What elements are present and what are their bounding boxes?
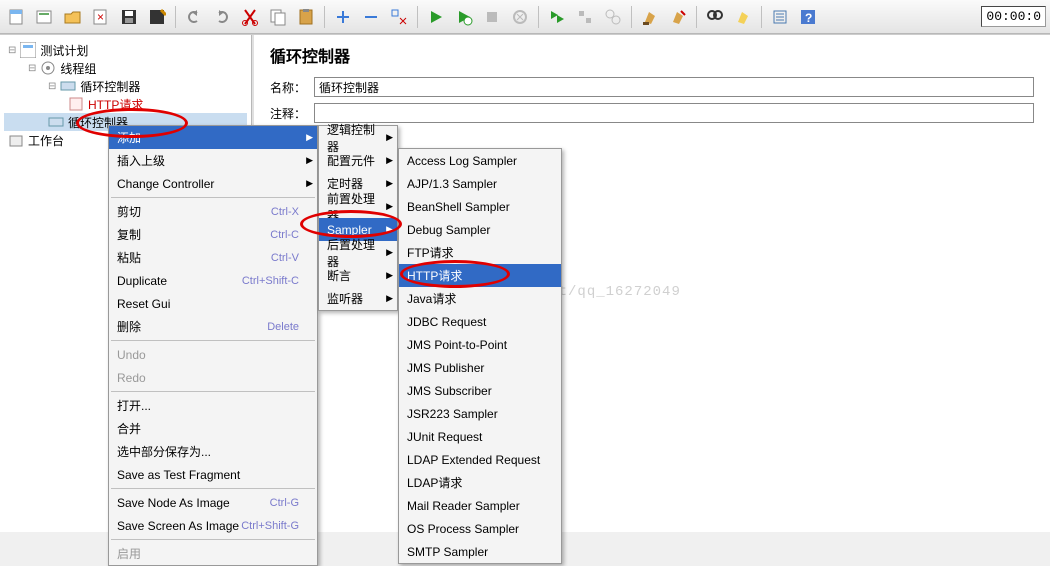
comment-label: 注释： (270, 105, 310, 122)
menu-copy[interactable]: 复制Ctrl-C (109, 223, 317, 246)
function-helper-icon[interactable] (767, 4, 793, 30)
sampler-item[interactable]: JMS Subscriber (399, 379, 561, 402)
menu-config-element[interactable]: 配置元件 (319, 149, 397, 172)
panel-title: 循环控制器 (270, 43, 1034, 67)
stop-icon[interactable] (479, 4, 505, 30)
remote-stop-icon[interactable] (572, 4, 598, 30)
menu-save-selection[interactable]: 选中部分保存为... (109, 440, 317, 463)
controller-icon (48, 114, 64, 130)
sampler-item[interactable]: SMTP Sampler (399, 540, 561, 563)
collapse-icon[interactable] (358, 4, 384, 30)
workbench-icon (8, 132, 24, 148)
menu-reset-gui[interactable]: Reset Gui (109, 292, 317, 315)
name-input[interactable] (314, 77, 1034, 97)
menu-save-screen-image[interactable]: Save Screen As ImageCtrl+Shift-G (109, 514, 317, 537)
menu-merge[interactable]: 合并 (109, 417, 317, 440)
sampler-item[interactable]: Java请求 (399, 287, 561, 310)
menu-save-fragment[interactable]: Save as Test Fragment (109, 463, 317, 486)
sampler-item[interactable]: BeanShell Sampler (399, 195, 561, 218)
new-icon[interactable] (4, 4, 30, 30)
menu-delete[interactable]: 删除Delete (109, 315, 317, 338)
remote-shutdown-icon[interactable] (600, 4, 626, 30)
saveas-icon[interactable] (144, 4, 170, 30)
testplan-icon (20, 42, 36, 58)
context-menu-main: 添加 插入上级 Change Controller 剪切Ctrl-X 复制Ctr… (108, 125, 318, 566)
sampler-icon (68, 96, 84, 112)
menu-undo: Undo (109, 343, 317, 366)
menu-enable: 启用 (109, 542, 317, 565)
toolbar: × ? 00:00:0 (0, 0, 1050, 34)
sampler-item[interactable]: Mail Reader Sampler (399, 494, 561, 517)
sampler-item[interactable]: LDAP Extended Request (399, 448, 561, 471)
save-icon[interactable] (116, 4, 142, 30)
clear-icon[interactable] (637, 4, 663, 30)
menu-paste[interactable]: 粘贴Ctrl-V (109, 246, 317, 269)
sampler-item[interactable]: JDBC Request (399, 310, 561, 333)
sampler-item[interactable]: FTP请求 (399, 241, 561, 264)
close-icon[interactable]: × (88, 4, 114, 30)
expand-icon[interactable] (330, 4, 356, 30)
start-icon[interactable] (423, 4, 449, 30)
search-reset-icon[interactable] (730, 4, 756, 30)
menu-save-node-image[interactable]: Save Node As ImageCtrl-G (109, 491, 317, 514)
sampler-item-http[interactable]: HTTP请求 (399, 264, 561, 287)
sampler-item[interactable]: Debug Sampler (399, 218, 561, 241)
tree-loop1[interactable]: ⊟ 循环控制器 (4, 77, 247, 95)
threadgroup-icon (40, 60, 56, 76)
clear-all-icon[interactable] (665, 4, 691, 30)
sampler-item[interactable]: AJP/1.3 Sampler (399, 172, 561, 195)
menu-assertion[interactable]: 断言 (319, 264, 397, 287)
menu-redo: Redo (109, 366, 317, 389)
sampler-item[interactable]: JUnit Request (399, 425, 561, 448)
copy-icon[interactable] (265, 4, 291, 30)
redo-icon[interactable] (209, 4, 235, 30)
menu-insert-parent[interactable]: 插入上级 (109, 149, 317, 172)
sampler-item[interactable]: JSR223 Sampler (399, 402, 561, 425)
tree-http1[interactable]: HTTP请求 (4, 95, 247, 113)
context-menu-samplers: Access Log Sampler AJP/1.3 Sampler BeanS… (398, 148, 562, 564)
sampler-item[interactable]: Access Log Sampler (399, 149, 561, 172)
paste-icon[interactable] (293, 4, 319, 30)
open-icon[interactable] (60, 4, 86, 30)
tree-threadgroup[interactable]: ⊟ 线程组 (4, 59, 247, 77)
toggle-icon[interactable] (386, 4, 412, 30)
sampler-item[interactable]: OS Process Sampler (399, 517, 561, 540)
comment-input[interactable] (314, 103, 1034, 123)
svg-text:×: × (97, 10, 104, 24)
sampler-item[interactable]: JMS Publisher (399, 356, 561, 379)
menu-cut[interactable]: 剪切Ctrl-X (109, 200, 317, 223)
menu-preprocessor[interactable]: 前置处理器 (319, 195, 397, 218)
cut-icon[interactable] (237, 4, 263, 30)
undo-icon[interactable] (181, 4, 207, 30)
start-no-timers-icon[interactable] (451, 4, 477, 30)
menu-change-controller[interactable]: Change Controller (109, 172, 317, 195)
elapsed-time: 00:00:0 (981, 6, 1046, 27)
shutdown-icon[interactable] (507, 4, 533, 30)
context-menu-add: 逻辑控制器 配置元件 定时器 前置处理器 Sampler 后置处理器 断言 监听… (318, 125, 398, 311)
sampler-item[interactable]: JMS Point-to-Point (399, 333, 561, 356)
help-icon[interactable]: ? (795, 4, 821, 30)
tree-root[interactable]: ⊟ 测试计划 (4, 41, 247, 59)
templates-icon[interactable] (32, 4, 58, 30)
menu-duplicate[interactable]: DuplicateCtrl+Shift-C (109, 269, 317, 292)
menu-open[interactable]: 打开... (109, 394, 317, 417)
svg-text:?: ? (805, 11, 812, 25)
remote-start-icon[interactable] (544, 4, 570, 30)
menu-add[interactable]: 添加 (109, 126, 317, 149)
sampler-item[interactable]: LDAP请求 (399, 471, 561, 494)
menu-listener[interactable]: 监听器 (319, 287, 397, 310)
search-icon[interactable] (702, 4, 728, 30)
controller-icon (60, 78, 76, 94)
menu-logic-controller[interactable]: 逻辑控制器 (319, 126, 397, 149)
name-label: 名称： (270, 79, 310, 96)
menu-postprocessor[interactable]: 后置处理器 (319, 241, 397, 264)
